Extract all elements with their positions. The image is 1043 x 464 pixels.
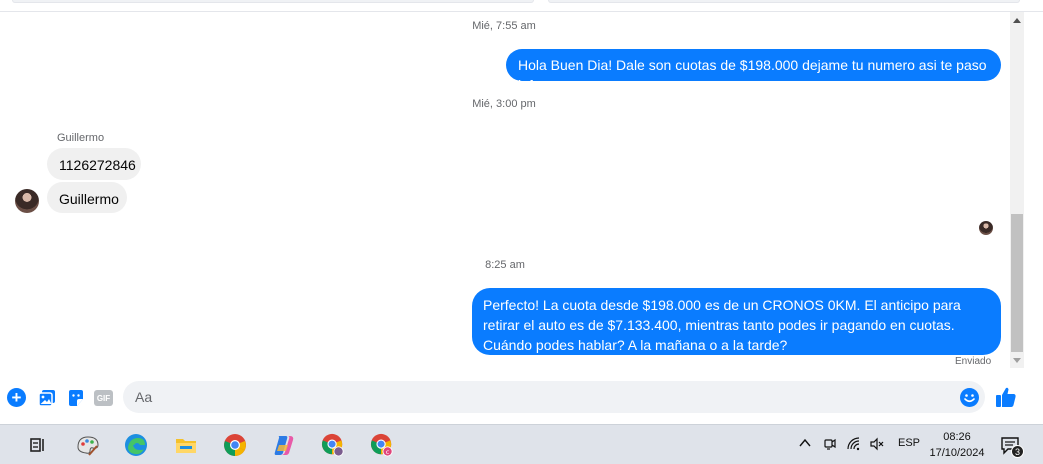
windows-taskbar: c ESP 08:26 17/10/2024 3 xyxy=(0,424,1043,464)
top-strip xyxy=(0,0,1043,12)
incoming-message[interactable]: Guillermo xyxy=(47,182,127,213)
meet-now-icon[interactable] xyxy=(822,436,838,455)
clock-date: 17/10/2024 xyxy=(929,447,985,459)
outgoing-message[interactable]: Hola Buen Dia! Dale son cuotas de $198.0… xyxy=(506,49,1001,93)
show-hidden-icons-icon[interactable] xyxy=(798,436,812,453)
edge-icon[interactable] xyxy=(124,433,148,457)
language-indicator[interactable]: ESP xyxy=(898,437,920,449)
message-status: Enviado xyxy=(955,356,992,367)
contact-avatar[interactable] xyxy=(15,189,39,213)
scroll-up-icon[interactable] xyxy=(1013,18,1021,23)
scrollbar-thumb[interactable] xyxy=(1011,214,1023,352)
timestamp: 8:25 am xyxy=(485,259,525,271)
file-explorer-icon[interactable] xyxy=(174,433,198,457)
start-partial-icon[interactable] xyxy=(0,433,6,457)
top-panel-right xyxy=(548,0,1020,3)
chat-thread: Mié, 7:55 am Hola Buen Dia! Dale son cuo… xyxy=(0,12,1008,370)
message-input[interactable] xyxy=(123,381,985,413)
scroll-down-icon[interactable] xyxy=(1013,358,1021,363)
emoji-icon[interactable] xyxy=(960,388,979,407)
chrome-profile-icon[interactable] xyxy=(321,433,345,457)
timestamp: Mié, 7:55 am xyxy=(472,20,536,32)
gif-button[interactable]: GIF xyxy=(94,390,113,406)
seen-avatar xyxy=(979,221,993,235)
composer-bar: + GIF xyxy=(0,372,1043,424)
chat-scrollbar[interactable] xyxy=(1010,12,1024,368)
clock-time: 08:26 xyxy=(943,431,971,443)
plus-circle-icon[interactable]: + xyxy=(7,388,26,407)
notification-badge: 3 xyxy=(1011,445,1024,458)
wifi-icon[interactable] xyxy=(846,436,862,455)
sticker-icon[interactable] xyxy=(66,388,86,408)
sender-name: Guillermo xyxy=(57,132,105,144)
outgoing-message[interactable]: Perfecto! La cuota desde $198.000 es de … xyxy=(472,288,1001,355)
chrome-profile-c-icon[interactable]: c xyxy=(370,433,394,457)
paint-icon[interactable] xyxy=(76,433,100,457)
messenger-window: Mié, 7:55 am Hola Buen Dia! Dale son cuo… xyxy=(0,0,1043,464)
timestamp: Mié, 3:00 pm xyxy=(472,98,536,110)
volume-muted-icon[interactable] xyxy=(869,436,885,455)
thumbs-up-icon[interactable] xyxy=(995,386,1017,408)
incoming-message[interactable]: 1126272846 xyxy=(47,148,141,180)
clock[interactable]: 08:26 17/10/2024 xyxy=(922,429,992,461)
copilot-icon[interactable] xyxy=(272,433,296,457)
image-icon[interactable] xyxy=(37,388,57,408)
top-panel-left xyxy=(12,0,534,3)
chrome-icon[interactable] xyxy=(223,433,247,457)
profile-badge-letter: c xyxy=(386,448,390,456)
task-view-icon[interactable] xyxy=(26,433,50,457)
